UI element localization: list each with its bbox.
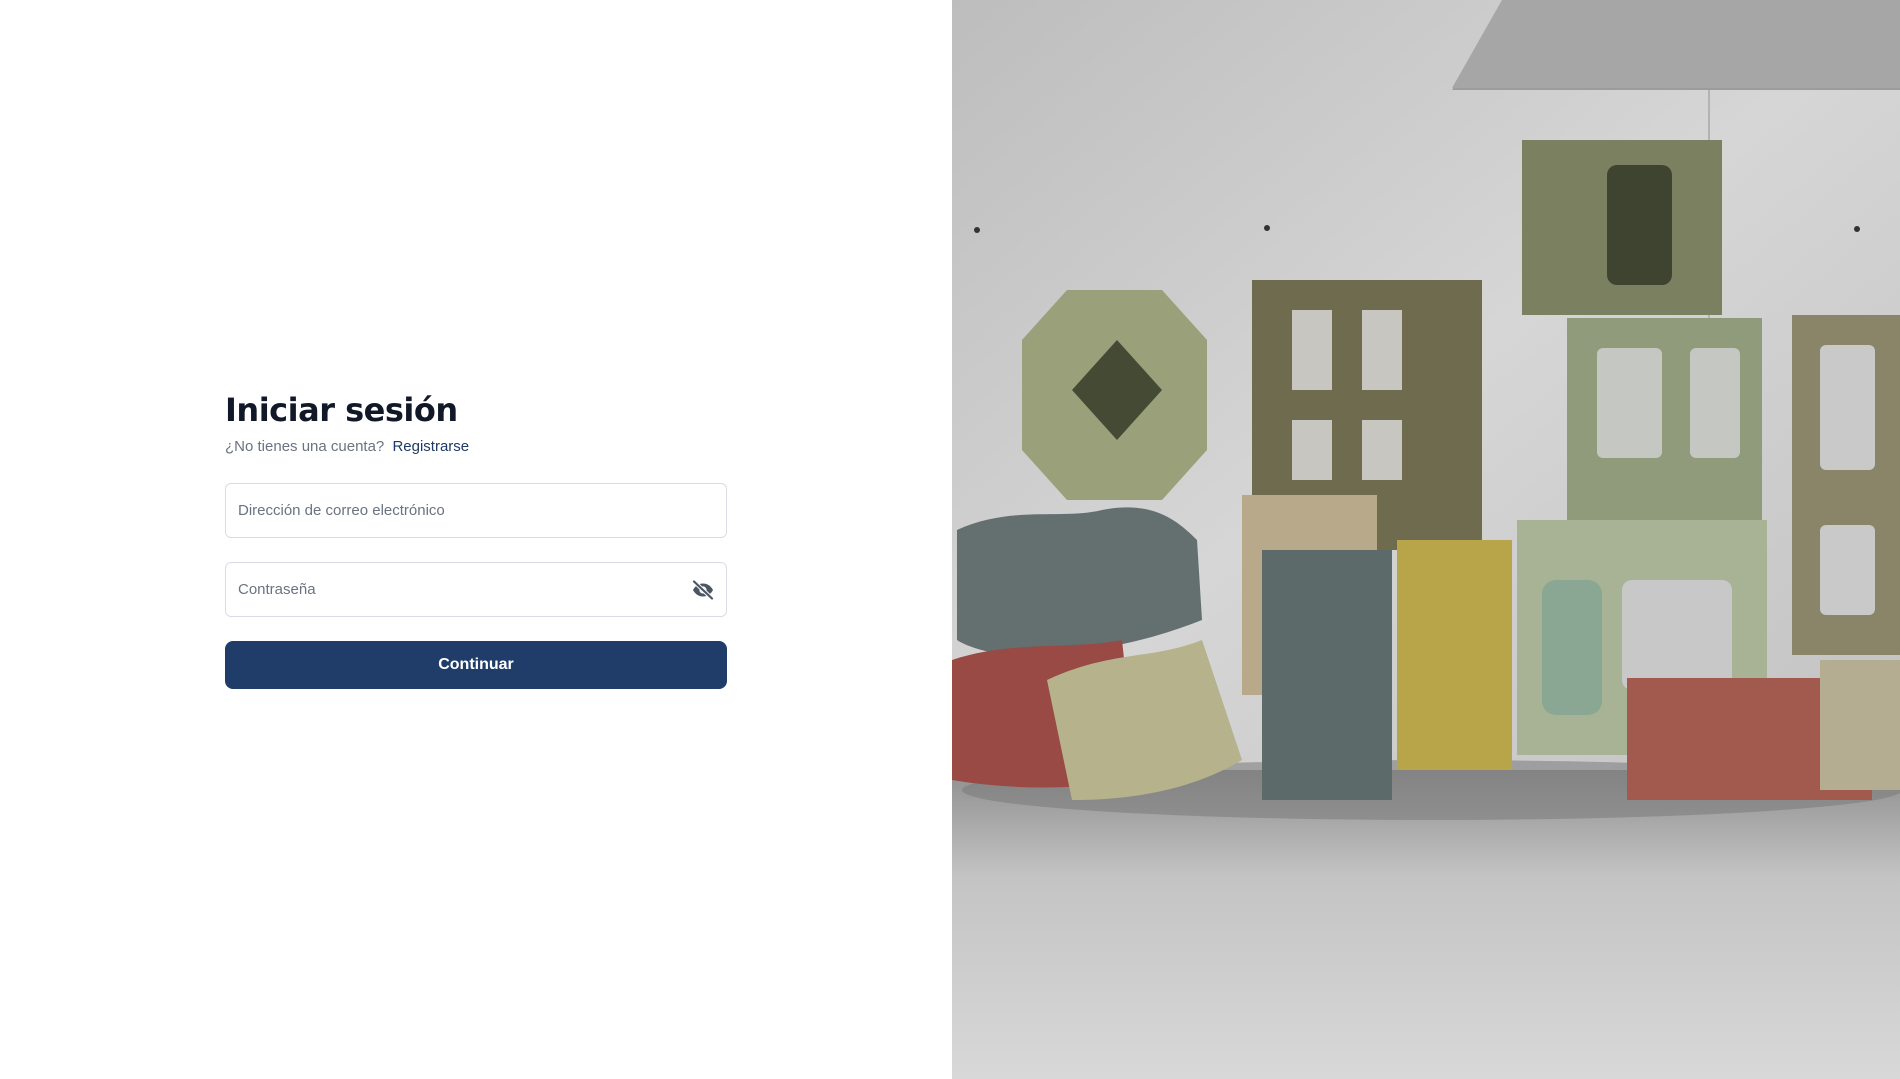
page-title: Iniciar sesión [225, 391, 458, 429]
no-account-text: ¿No tienes una cuenta? [225, 438, 385, 455]
hero-image [952, 0, 1900, 1079]
toggle-password-visibility-button[interactable] [688, 575, 718, 605]
email-field-wrapper [225, 483, 727, 538]
login-form: Iniciar sesión ¿No tienes una cuenta? Re… [225, 390, 727, 689]
password-field[interactable] [226, 563, 726, 616]
login-panel: Iniciar sesión ¿No tienes una cuenta? Re… [0, 0, 952, 1079]
continue-button[interactable]: Continuar [225, 641, 727, 689]
email-field[interactable] [226, 484, 726, 537]
password-field-wrapper [225, 562, 727, 617]
eye-off-icon [692, 579, 714, 600]
concrete-blocks-illustration [952, 0, 1900, 1079]
signup-prompt: ¿No tienes una cuenta? Registrarse [225, 437, 727, 457]
register-link[interactable]: Registrarse [392, 438, 469, 455]
login-page: Iniciar sesión ¿No tienes una cuenta? Re… [0, 0, 1900, 1079]
